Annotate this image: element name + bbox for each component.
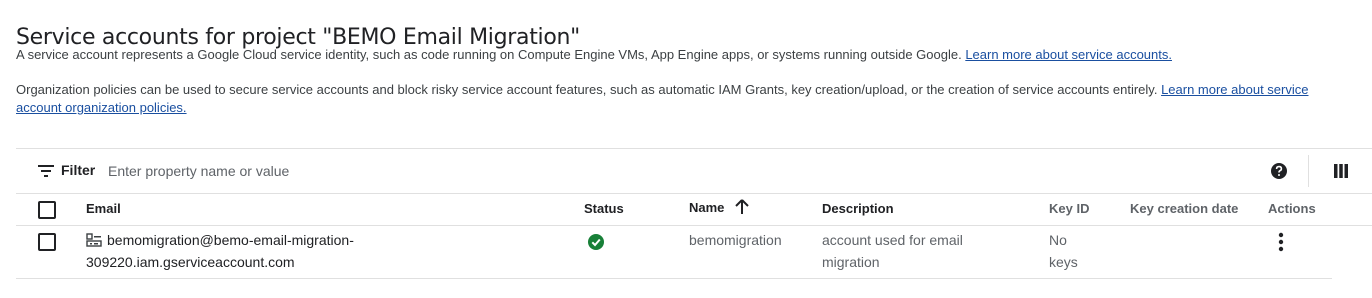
column-header-status[interactable]: Status (584, 201, 624, 216)
name-cell: bemomigration (689, 232, 782, 248)
key-id-line-1: No (1049, 232, 1067, 248)
service-account-icon (86, 233, 102, 247)
policy-paragraph: Organization policies can be used to sec… (16, 81, 1336, 117)
column-display-icon[interactable] (1334, 164, 1348, 178)
key-id-line-2: keys (1049, 254, 1078, 270)
column-header-description[interactable]: Description (822, 201, 894, 216)
column-header-name[interactable]: Name (689, 200, 724, 215)
toolbar-divider (1308, 155, 1309, 187)
intro-text: A service account represents a Google Cl… (16, 47, 966, 62)
description-line-2: migration (822, 254, 880, 270)
intro-paragraph: A service account represents a Google Cl… (16, 46, 1336, 64)
help-icon[interactable] (1270, 162, 1288, 180)
key-id-cell: No keys (1049, 229, 1078, 273)
filter-input[interactable] (106, 158, 1210, 184)
column-header-key-id: Key ID (1049, 201, 1090, 216)
column-header-email[interactable]: Email (86, 201, 121, 216)
column-header-key-creation-date: Key creation date (1130, 201, 1239, 216)
table-header: Email Status Name Description Key ID Key… (16, 193, 1372, 226)
filter-icon[interactable] (38, 164, 54, 178)
policy-text: Organization policies can be used to sec… (16, 82, 1162, 97)
more-actions-icon[interactable] (1276, 232, 1286, 252)
learn-more-service-accounts-link[interactable]: Learn more about service accounts. (965, 47, 1172, 62)
column-header-actions: Actions (1268, 201, 1316, 216)
select-all-checkbox[interactable] (38, 201, 56, 219)
email-cell: bemomigration@bemo-email-migration- 3092… (86, 229, 354, 273)
sort-ascending-icon[interactable] (735, 199, 749, 215)
row-select-checkbox[interactable] (38, 233, 56, 251)
column-header-name-wrap[interactable]: Name (689, 199, 749, 217)
filter-label[interactable]: Filter (61, 162, 95, 178)
filter-toolbar: Filter (16, 148, 1372, 194)
status-enabled-icon (588, 234, 604, 250)
email-line-1[interactable]: bemomigration@bemo-email-migration- (107, 232, 354, 248)
table-row: bemomigration@bemo-email-migration- 3092… (16, 226, 1332, 279)
description-line-1: account used for email (822, 232, 963, 248)
email-line-2[interactable]: 309220.iam.gserviceaccount.com (86, 251, 354, 273)
description-cell: account used for email migration (822, 229, 963, 273)
